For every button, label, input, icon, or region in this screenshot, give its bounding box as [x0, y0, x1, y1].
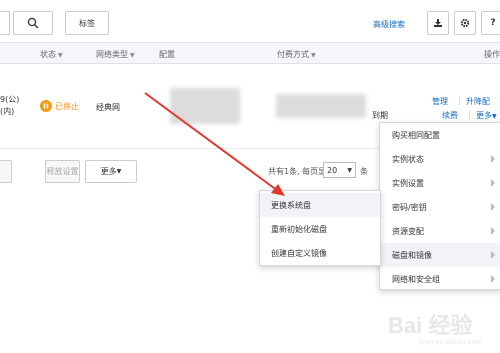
more-label: 更多 — [476, 111, 492, 120]
menu-item-label: 购买相同配置 — [392, 130, 440, 140]
chevron-right-icon — [491, 251, 495, 259]
menu-item-label: 磁盘和镜像 — [392, 250, 432, 260]
menu-item-instance-settings[interactable]: 实例设置 — [380, 171, 500, 195]
manage-link[interactable]: 管理 — [432, 96, 448, 107]
menu-item-resource-change[interactable]: 资源变配 — [380, 219, 500, 243]
advanced-search-link[interactable]: 高级搜索 — [373, 19, 405, 30]
watermark-logo: Bai 经验 jingyan.baidu.com — [388, 300, 500, 350]
submenu-item-label: 重新初始化磁盘 — [271, 224, 327, 234]
watermark-subtext: jingyan.baidu.com — [418, 338, 483, 346]
chevron-right-icon — [491, 275, 495, 283]
network-type: 经典网 — [96, 103, 120, 112]
more-actions-menu: 购买相同配置 实例状态 实例设置 密码/密钥 资源变配 磁盘和镜像 网络和安全组 — [379, 122, 500, 290]
header-billing[interactable]: 付费方式 ▼ — [277, 49, 316, 60]
toolbar: 标签 高级搜索 ? — [0, 0, 500, 40]
menu-item-label: 网络和安全组 — [392, 274, 440, 284]
export-button[interactable] — [427, 11, 449, 35]
chevron-right-icon — [491, 227, 495, 235]
menu-item-disk-image[interactable]: 磁盘和镜像 — [380, 243, 500, 267]
caret-down-icon: ▼ — [58, 52, 63, 59]
divider: | — [458, 96, 461, 105]
menu-item-label: 密码/密钥 — [392, 202, 427, 212]
header-network-label: 网络类型 — [96, 50, 128, 59]
chevron-right-icon — [491, 155, 495, 163]
chevron-right-icon — [491, 179, 495, 187]
header-actions: 操作 — [484, 50, 500, 59]
submenu-item-label: 更换系统盘 — [271, 200, 311, 210]
more-actions-link[interactable]: 更多▼ — [476, 110, 497, 121]
upgrade-link[interactable]: 升降配 — [466, 96, 490, 107]
status-badge: 已停止 — [40, 100, 79, 112]
caret-down-icon: ▼ — [130, 52, 135, 59]
page-size-value: 20 — [327, 165, 338, 175]
menu-item-label: 实例状态 — [392, 154, 424, 164]
menu-item-network-security[interactable]: 网络和安全组 — [380, 267, 500, 291]
batch-button[interactable] — [0, 160, 12, 183]
redacted-billing — [276, 94, 366, 118]
pager-suffix: 条 — [360, 167, 368, 176]
release-settings-button[interactable]: 释放设置 — [45, 160, 80, 183]
redacted-config — [170, 88, 240, 124]
submenu-item-replace-system-disk[interactable]: 更换系统盘 — [260, 193, 380, 217]
submenu-item-create-image[interactable]: 创建自定义镜像 — [260, 241, 380, 265]
header-config: 配置 — [159, 50, 175, 59]
caret-down-icon: ▼ — [347, 166, 352, 174]
disk-image-submenu: 更换系统盘 重新初始化磁盘 创建自定义镜像 — [259, 190, 381, 266]
chevron-right-icon — [491, 203, 495, 211]
caret-down-icon: ▼ — [116, 168, 122, 175]
gear-icon — [460, 18, 470, 28]
chevron-down-icon: ▼ — [492, 113, 497, 120]
ip-address: 9(公) (内) — [0, 94, 19, 118]
expire-text: 到期 — [372, 111, 388, 120]
footer-more-button[interactable]: 更多 ▼ — [85, 160, 137, 183]
search-button[interactable] — [13, 11, 53, 35]
header-status-label: 状态 — [40, 50, 56, 59]
footer-more-label: 更多 — [100, 167, 117, 176]
search-icon — [27, 17, 39, 29]
menu-item-label: 资源变配 — [392, 226, 424, 236]
private-ip: (内) — [0, 107, 15, 116]
tag-button[interactable]: 标签 — [65, 11, 109, 35]
public-ip: 9(公) — [0, 95, 20, 104]
menu-item-instance-status[interactable]: 实例状态 — [380, 147, 500, 171]
status-label: 已停止 — [55, 101, 79, 111]
submenu-item-reinit-disk[interactable]: 重新初始化磁盘 — [260, 217, 380, 241]
submenu-item-label: 创建自定义镜像 — [271, 248, 327, 258]
caret-down-icon: ▼ — [311, 52, 316, 59]
pause-icon — [40, 100, 52, 112]
search-input[interactable] — [0, 11, 10, 35]
menu-item-buy-same[interactable]: 购买相同配置 — [380, 123, 500, 147]
renew-link[interactable]: 续费 — [442, 110, 458, 121]
settings-button[interactable] — [454, 11, 476, 35]
header-billing-label: 付费方式 — [277, 50, 309, 59]
header-network-type[interactable]: 网络类型 ▼ — [96, 49, 135, 60]
menu-item-label: 实例设置 — [392, 178, 424, 188]
page-size-select[interactable]: 20 ▼ — [323, 162, 356, 178]
table-header: 状态 ▼ 网络类型 ▼ 配置 付费方式 ▼ 操作 — [0, 42, 500, 64]
watermark-text: Bai 经验 — [388, 313, 473, 338]
divider: | — [468, 110, 471, 119]
help-icon: ? — [490, 18, 496, 28]
help-button[interactable]: ? — [481, 11, 500, 35]
header-status[interactable]: 状态 ▼ — [40, 49, 63, 60]
menu-item-password-key[interactable]: 密码/密钥 — [380, 195, 500, 219]
export-icon — [434, 19, 442, 27]
